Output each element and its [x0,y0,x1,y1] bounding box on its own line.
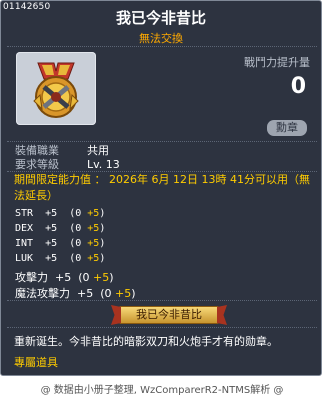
stat-row: STR +5 (0 +5) [15,208,105,219]
stat-bonus: +5 [87,208,100,219]
medal-name-tag: 我已今非昔比 [111,305,227,325]
power-increase-label: 戰鬥力提升量 [244,56,310,69]
stat-bonus: +5 [87,223,100,234]
stat-value: +5 [45,253,58,264]
stat-close: ) [99,208,106,219]
stat-bonus: +5 [87,238,100,249]
ribbon-right-icon [217,305,227,325]
stat-close: ) [99,253,106,264]
item-tooltip: 01142650 我已今非昔比 無法交換 戰鬥力提升量 0 勳章 裝備職業 共用 … [0,0,322,376]
stat-close: ) [131,287,136,300]
medal-icon [33,62,79,118]
stat-name: STR [15,208,34,219]
stat-value: +5 [45,238,58,249]
stat-value: +5 [55,271,72,284]
divider [7,300,317,301]
item-description: 重新诞生。今非昔比的暗影双刀和火炮手才有的勋章。 [14,335,278,348]
stat-row: DEX +5 (0 +5) [15,223,105,234]
stat-base: (0 [78,271,94,284]
level-value: Lv. 13 [87,158,120,171]
stat-row: 魔法攻擊力 +5 (0 +5) [15,285,136,301]
stat-row: 攻擊力 +5 (0 +5) [15,269,114,285]
level-label: 要求等級 [15,158,59,171]
stat-bonus: +5 [87,253,100,264]
level-requirement: 要求等級 Lv. 13 [15,156,120,172]
period-limited-stats: 期間限定能力值 ： 2026年 6月 12日 13時 41分可以用（無法延長） [14,173,310,202]
trade-status: 無法交換 [139,32,183,45]
stat-name: 攻擊力 [15,271,48,284]
divider [7,327,317,328]
power-increase-value: 0 [290,74,306,99]
divider [7,46,317,47]
medal-tag-label: 我已今非昔比 [136,308,202,321]
special-item-label: 專屬道具 [14,356,58,369]
stat-close: ) [99,223,106,234]
stat-base: (0 [69,223,88,234]
ribbon-left-icon [111,305,121,325]
stat-base: (0 [69,238,88,249]
stat-name: 魔法攻擊力 [15,287,70,300]
stat-close: ) [99,238,106,249]
stat-value: +5 [77,287,94,300]
category-badge: 勳章 [267,120,307,136]
stat-row: INT +5 (0 +5) [15,238,105,249]
stat-base: (0 [69,208,88,219]
stat-name: DEX [15,223,34,234]
stat-row: LUK +5 (0 +5) [15,253,105,264]
stat-value: +5 [45,223,58,234]
stat-base: (0 [100,287,116,300]
stat-base: (0 [69,253,88,264]
stat-name: LUK [15,253,34,264]
stat-close: ) [109,271,114,284]
stat-bonus: +5 [93,271,110,284]
item-name: 我已今非昔比 [115,9,206,27]
stat-bonus: +5 [115,287,132,300]
stat-name: INT [15,238,34,249]
stat-value: +5 [45,208,58,219]
footer-credit: @ 数据由小册子整理, WzComparerR2-NTMS解析 @ [40,385,284,396]
item-icon-frame [16,52,96,125]
